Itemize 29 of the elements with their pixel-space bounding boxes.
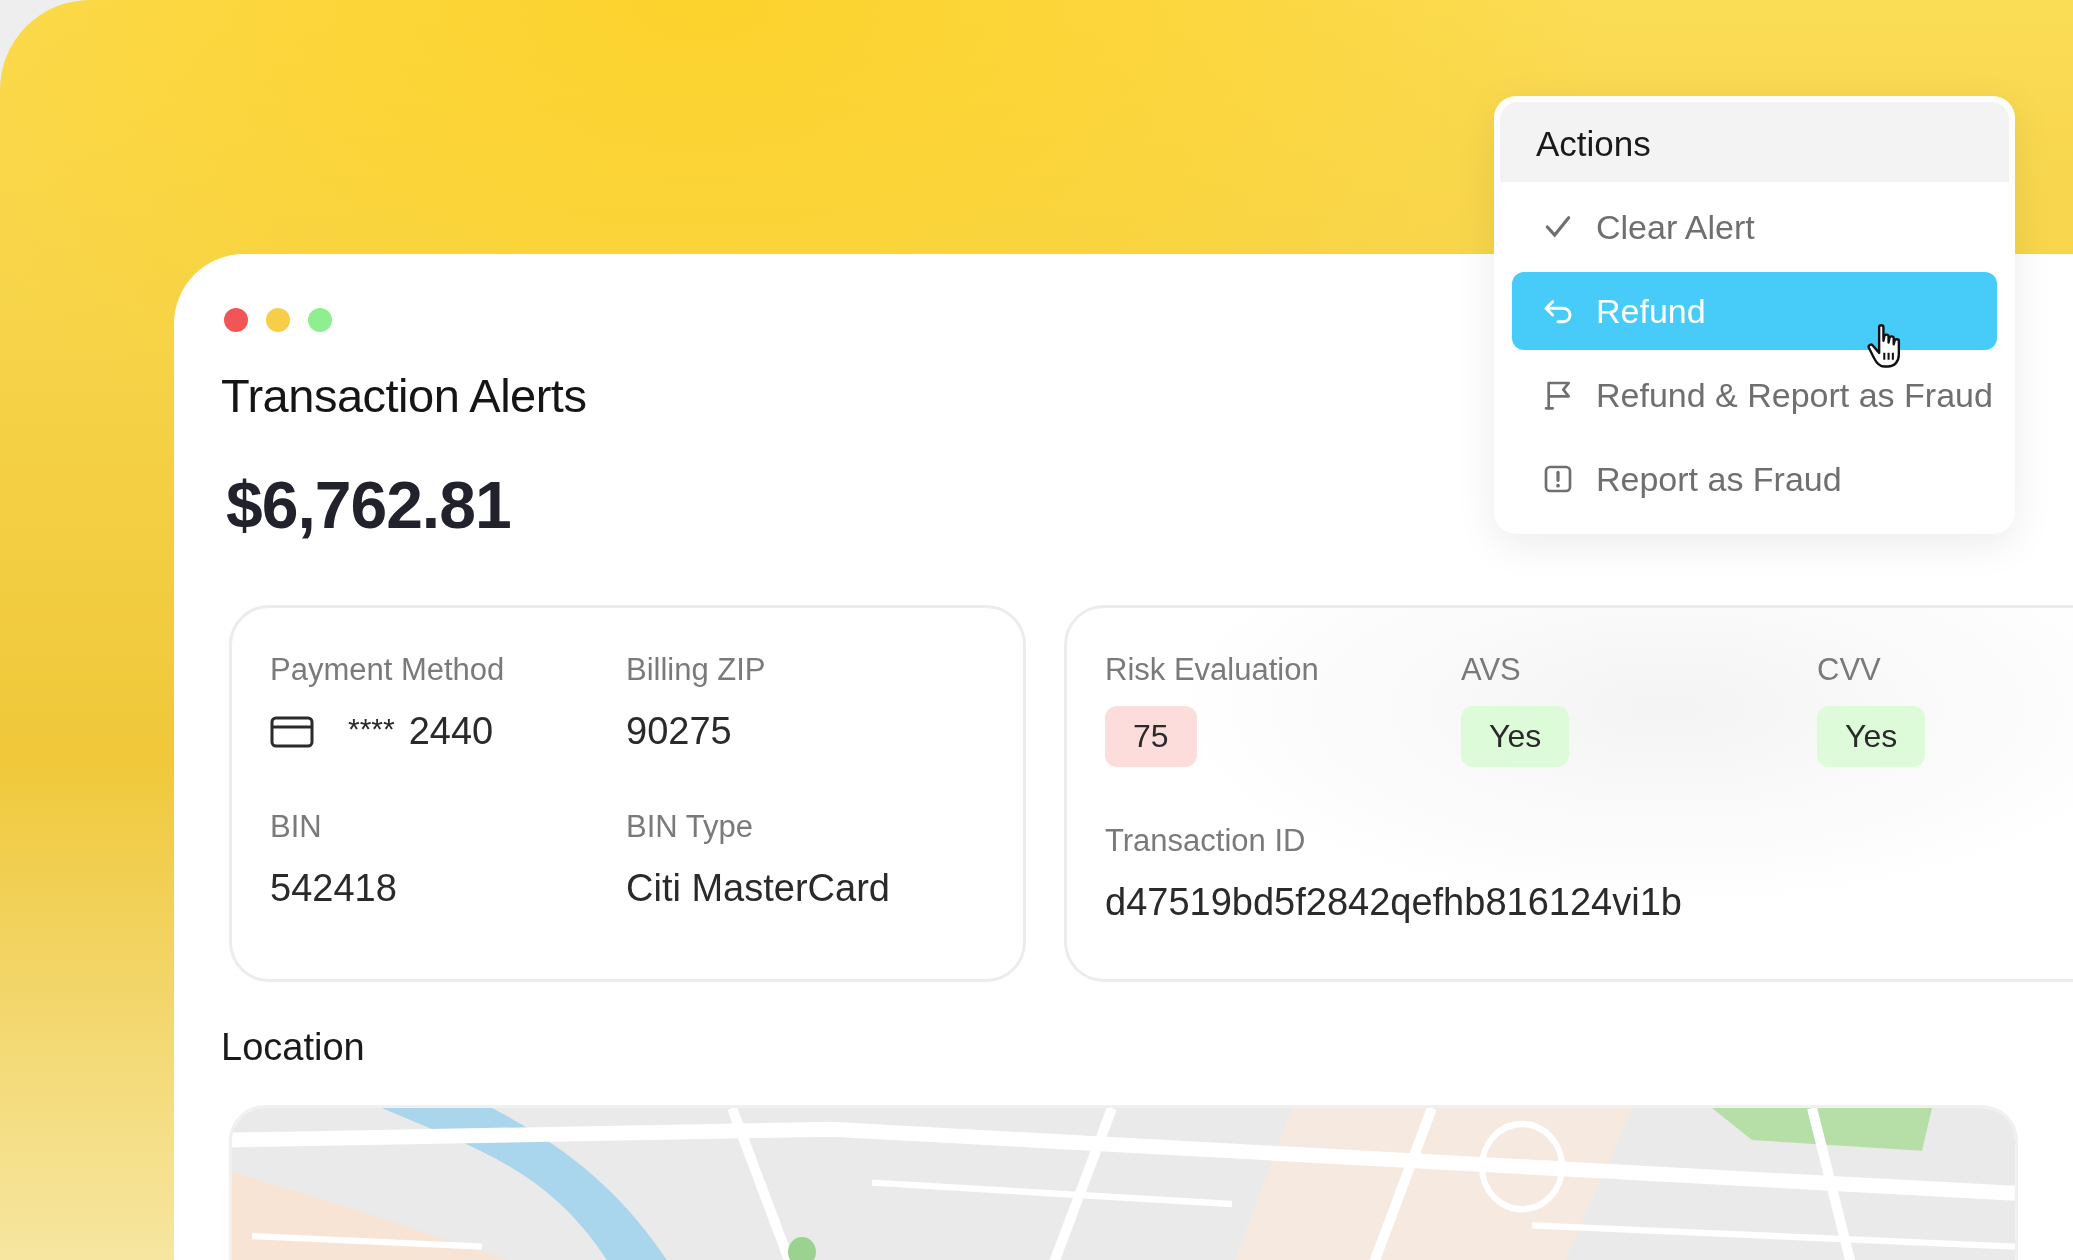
field-label: Transaction ID (1105, 823, 1307, 859)
window-title: Transaction Alerts (221, 368, 587, 423)
masked-digits: **** (348, 712, 395, 746)
field-value: 542418 (270, 867, 398, 910)
maximize-button[interactable] (308, 308, 332, 332)
field-label: Payment Method (270, 652, 506, 688)
field-value: 2440 (408, 710, 494, 753)
field-value: Citi MasterCard (626, 867, 891, 910)
menu-title: Actions (1500, 102, 2009, 182)
field-label: CVV (1817, 652, 1882, 688)
status-badge: 75 (1105, 706, 1197, 767)
minimize-button[interactable] (266, 308, 290, 332)
field-label: AVS (1461, 652, 1522, 688)
field-label: Risk Evaluation (1105, 652, 1320, 688)
menu-item[interactable]: Report as Fraud (1512, 440, 1997, 518)
transaction-id: d47519bd5f2842qefhb816124vi1b (1105, 881, 1683, 924)
close-button[interactable] (224, 308, 248, 332)
amount: $6,762.81 (226, 467, 511, 543)
menu-item[interactable]: Clear Alert (1512, 188, 1997, 266)
status-badge: Yes (1461, 706, 1570, 767)
alert-icon (1542, 463, 1574, 495)
menu-item[interactable]: Refund & Report as Fraud (1512, 356, 1997, 434)
section-title: Location (221, 1026, 366, 1069)
field-label: BIN Type (626, 809, 754, 845)
field-label: BIN (270, 809, 323, 845)
field-value: 90275 (626, 710, 733, 753)
field-label: Billing ZIP (626, 652, 767, 688)
status-badge: Yes (1817, 706, 1926, 767)
credit-card-icon (270, 715, 314, 748)
